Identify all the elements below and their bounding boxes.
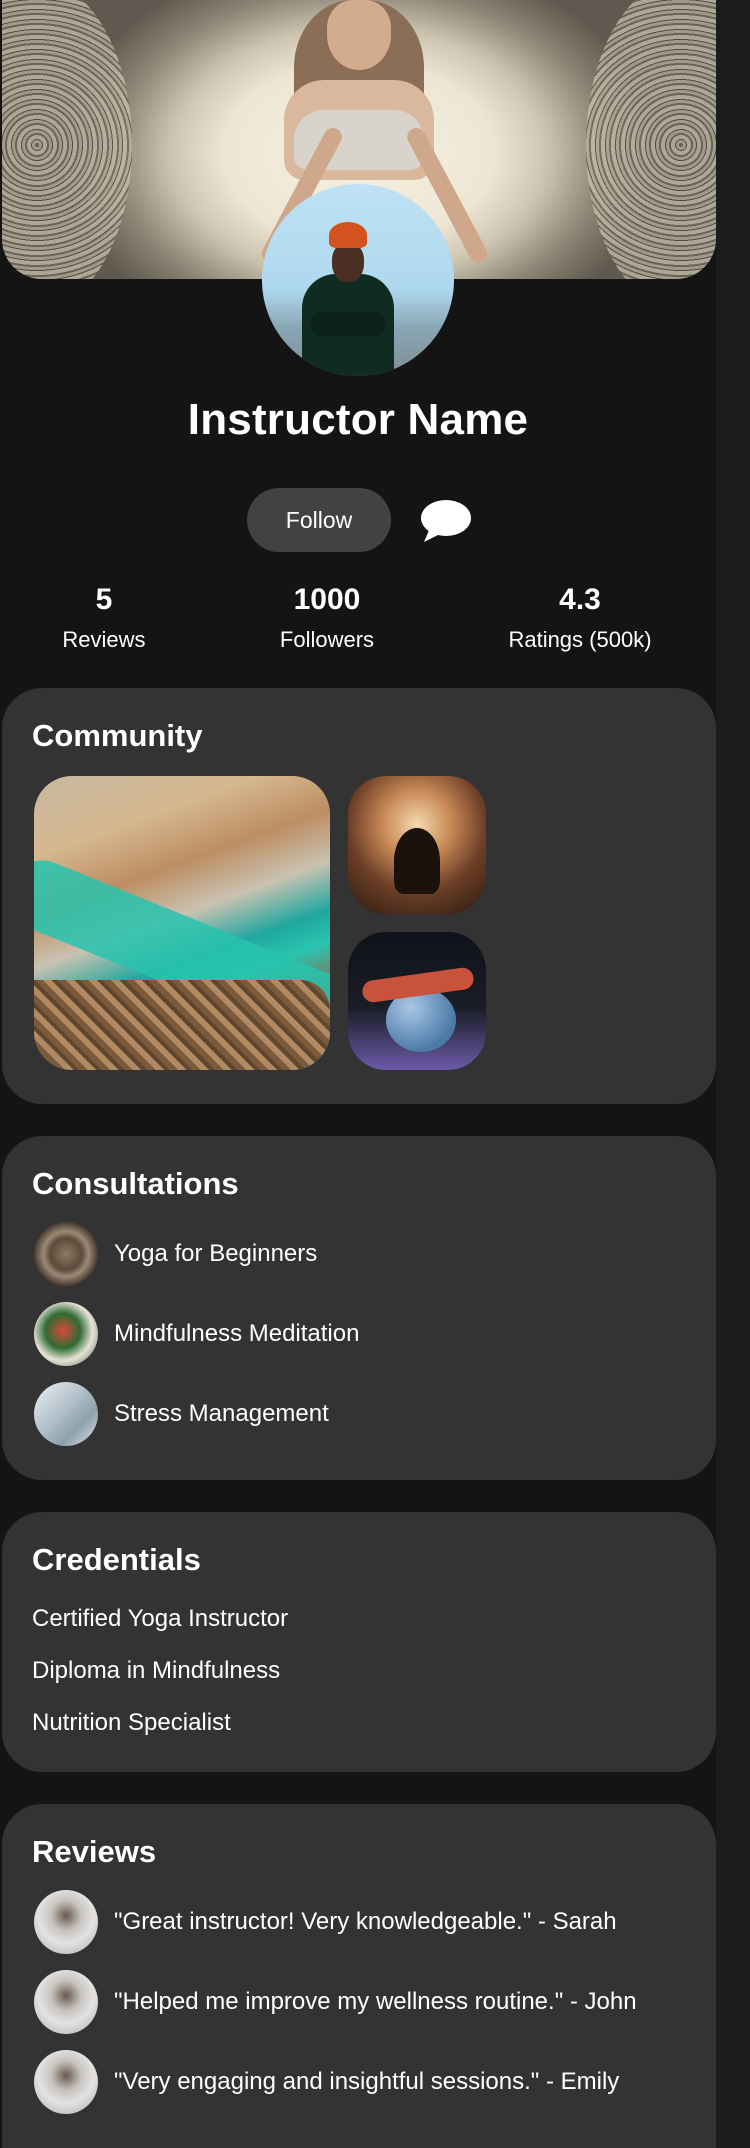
consultation-thumbnail	[34, 1222, 98, 1286]
consultation-label: Mindfulness Meditation	[114, 1320, 360, 1347]
instructor-name: Instructor Name	[187, 395, 529, 444]
review-item[interactable]: "Great instructor! Very knowledgeable." …	[34, 1890, 617, 1954]
avatar-head	[332, 242, 364, 282]
consultation-label: Stress Management	[114, 1400, 329, 1427]
right-gutter	[716, 0, 750, 2148]
review-text: "Helped me improve my wellness routine."…	[114, 1988, 637, 2015]
consultations-title: Consultations	[32, 1166, 239, 1201]
mandala-decoration-left	[2, 0, 132, 279]
review-item[interactable]: "Helped me improve my wellness routine."…	[34, 1970, 637, 2034]
credentials-card: Credentials Certified Yoga Instructor Di…	[2, 1512, 716, 1772]
avatar-hat	[329, 222, 367, 248]
stat-reviews-label: Reviews	[62, 627, 146, 652]
credential-item: Nutrition Specialist	[32, 1709, 231, 1736]
consultation-thumbnail	[34, 1302, 98, 1366]
stat-followers-label: Followers	[279, 627, 375, 652]
consultations-card: Consultations Yoga for Beginners Mindful…	[2, 1136, 716, 1480]
consultation-item[interactable]: Yoga for Beginners	[34, 1222, 317, 1286]
stat-followers-value: 1000	[293, 583, 361, 616]
follow-button[interactable]: Follow	[247, 488, 391, 552]
review-text: "Great instructor! Very knowledgeable." …	[114, 1908, 617, 1935]
stat-ratings-label: Ratings (500k)	[508, 627, 652, 652]
credentials-title: Credentials	[32, 1542, 201, 1577]
stat-followers[interactable]: 1000 Followers	[266, 583, 388, 653]
chat-bubble-icon[interactable]	[420, 498, 472, 544]
reviewer-avatar	[34, 2050, 98, 2114]
reviewer-avatar	[34, 1890, 98, 1954]
credential-item: Diploma in Mindfulness	[32, 1657, 281, 1684]
reviewer-avatar	[34, 1970, 98, 2034]
reviews-card: Reviews "Great instructor! Very knowledg…	[2, 1804, 716, 2148]
profile-page: Instructor Name Follow 5 Reviews 1000 Fo…	[0, 0, 716, 2148]
consultation-label: Yoga for Beginners	[114, 1240, 318, 1267]
instructor-avatar[interactable]	[262, 184, 454, 376]
hero-figure-face	[327, 0, 391, 70]
stat-reviews[interactable]: 5 Reviews	[54, 583, 154, 653]
consultation-item[interactable]: Mindfulness Meditation	[34, 1302, 359, 1366]
consultation-thumbnail	[34, 1382, 98, 1446]
avatar-arms	[310, 312, 386, 336]
consultation-item[interactable]: Stress Management	[34, 1382, 329, 1446]
community-card: Community	[2, 688, 716, 1104]
community-image-canyon-river[interactable]	[34, 776, 330, 1070]
rocks-shape	[34, 980, 330, 1070]
reviews-title: Reviews	[32, 1834, 157, 1869]
stat-ratings-value: 4.3	[559, 583, 601, 616]
stat-ratings[interactable]: 4.3 Ratings (500k)	[500, 583, 660, 653]
community-image-exercise-ball[interactable]	[348, 932, 486, 1070]
review-item[interactable]: "Very engaging and insightful sessions."…	[34, 2050, 619, 2114]
review-text: "Very engaging and insightful sessions."…	[114, 2068, 620, 2095]
community-title: Community	[32, 718, 203, 753]
meditation-silhouette	[394, 828, 440, 894]
community-image-meditation[interactable]	[348, 776, 486, 914]
mandala-decoration-right	[586, 0, 716, 279]
stat-reviews-value: 5	[95, 583, 113, 616]
credential-item: Certified Yoga Instructor	[32, 1605, 289, 1632]
